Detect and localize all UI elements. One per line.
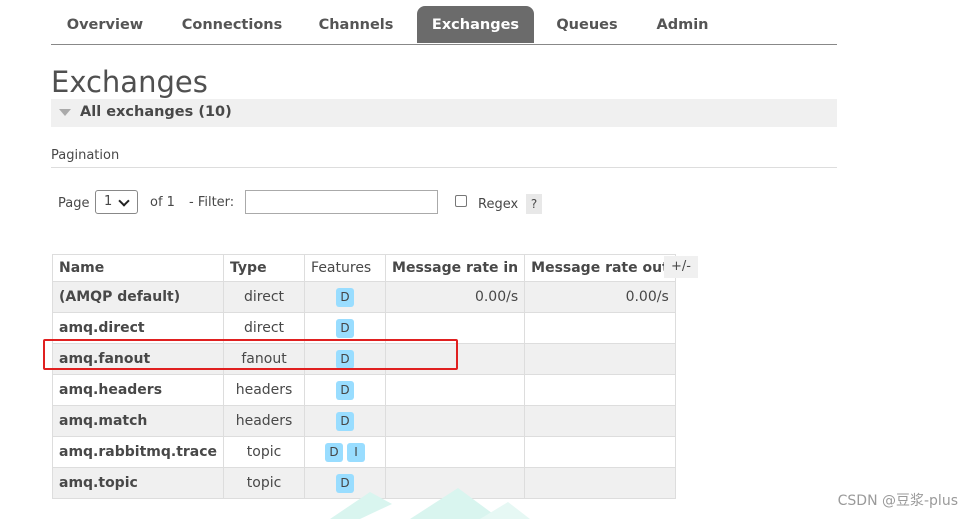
tab-exchanges[interactable]: Exchanges xyxy=(417,6,534,43)
toggle-columns-button[interactable]: +/- xyxy=(664,256,698,278)
filter-input[interactable] xyxy=(245,190,438,214)
table-row: amq.match headers D xyxy=(51,405,676,437)
durable-badge: D xyxy=(336,411,355,431)
exchange-name-link[interactable]: amq.topic xyxy=(51,467,225,499)
tab-channels[interactable]: Channels xyxy=(305,6,407,43)
internal-badge: I xyxy=(347,442,366,462)
table-row: (AMQP default) direct D 0.00/s 0.00/s xyxy=(51,281,676,313)
message-rate-in xyxy=(385,374,526,406)
collapse-triangle-icon xyxy=(59,109,71,116)
section-label: All exchanges (10) xyxy=(80,104,232,120)
exchange-name-link[interactable]: (AMQP default) xyxy=(51,281,225,313)
tab-admin[interactable]: Admin xyxy=(640,6,725,43)
message-rate-in: 0.00/s xyxy=(385,281,526,313)
page-select-value: 1 xyxy=(104,194,113,209)
durable-badge: D xyxy=(325,442,344,462)
pagination-heading: Pagination xyxy=(51,148,837,168)
highlight-box xyxy=(43,339,458,370)
column-header-rate-out: Message rate out xyxy=(524,254,676,282)
exchange-name-link[interactable]: amq.match xyxy=(51,405,225,437)
filter-label: - Filter: xyxy=(189,195,235,210)
exchange-name-link[interactable]: amq.headers xyxy=(51,374,225,406)
regex-checkbox[interactable] xyxy=(455,195,467,207)
all-exchanges-toggle[interactable]: All exchanges (10) xyxy=(51,99,837,127)
tab-overview[interactable]: Overview xyxy=(51,6,159,43)
column-header-type: Type xyxy=(223,254,306,282)
message-rate-out xyxy=(524,436,676,468)
page-title: Exchanges xyxy=(51,65,208,99)
exchange-type: direct xyxy=(223,281,306,313)
table-header-row: Name Type Features Message rate in Messa… xyxy=(51,254,676,282)
regex-label: Regex xyxy=(478,197,519,212)
column-header-features: Features xyxy=(304,254,387,282)
column-header-rate-in: Message rate in xyxy=(385,254,526,282)
page-label: Page xyxy=(58,196,90,211)
exchange-type: topic xyxy=(223,467,306,499)
exchange-type: headers xyxy=(223,405,306,437)
page-select[interactable]: 1 xyxy=(95,190,138,214)
message-rate-out xyxy=(524,343,676,375)
exchange-features: D xyxy=(304,405,387,437)
regex-help-button[interactable]: ? xyxy=(526,194,542,214)
durable-badge: D xyxy=(336,287,355,307)
message-rate-out: 0.00/s xyxy=(524,281,676,313)
exchange-features: D xyxy=(304,374,387,406)
message-rate-in xyxy=(385,436,526,468)
message-rate-out xyxy=(524,405,676,437)
message-rate-out xyxy=(524,312,676,344)
decorative-shape-icon xyxy=(330,488,530,519)
durable-badge: D xyxy=(336,380,355,400)
exchange-features: D xyxy=(304,281,387,313)
page-count-label: of 1 xyxy=(150,195,175,210)
table-row: amq.headers headers D xyxy=(51,374,676,406)
exchange-type: topic xyxy=(223,436,306,468)
message-rate-out xyxy=(524,374,676,406)
exchanges-table: Name Type Features Message rate in Messa… xyxy=(51,254,676,499)
message-rate-in xyxy=(385,405,526,437)
exchange-type: headers xyxy=(223,374,306,406)
watermark: CSDN @豆浆-plus xyxy=(837,493,958,509)
exchange-name-link[interactable]: amq.rabbitmq.trace xyxy=(51,436,225,468)
chevron-down-icon xyxy=(118,195,130,207)
exchange-features: DI xyxy=(304,436,387,468)
column-header-name: Name xyxy=(51,254,225,282)
top-nav: Overview Connections Channels Exchanges … xyxy=(51,6,837,45)
tab-connections[interactable]: Connections xyxy=(169,6,295,43)
tab-queues[interactable]: Queues xyxy=(544,6,630,43)
durable-badge: D xyxy=(336,318,355,338)
table-row: amq.rabbitmq.trace topic DI xyxy=(51,436,676,468)
